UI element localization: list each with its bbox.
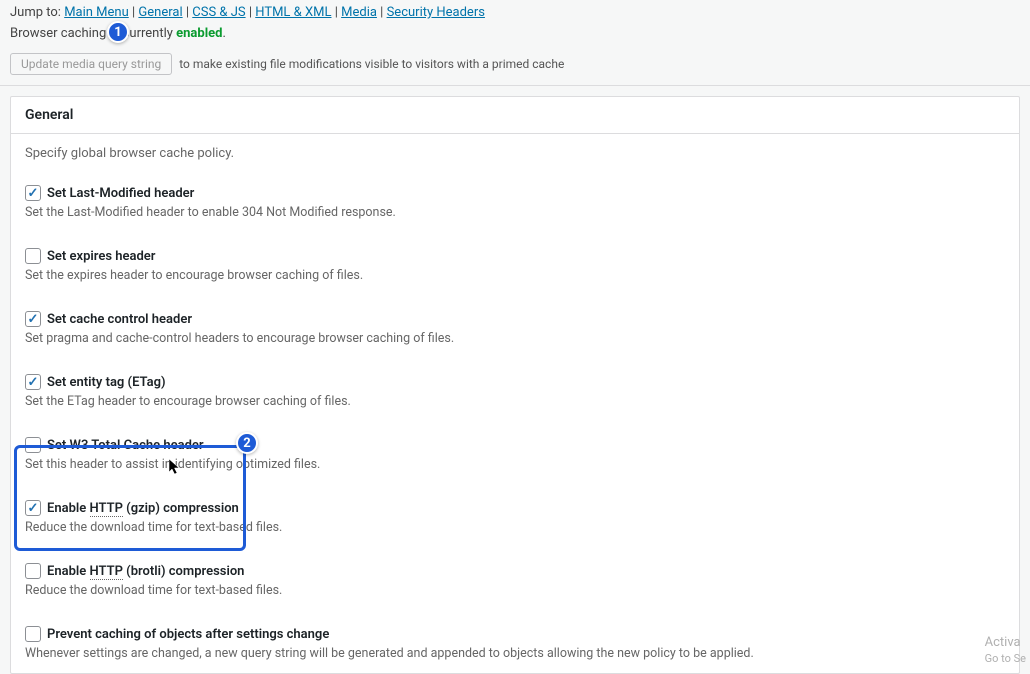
nav-media[interactable]: Media	[341, 5, 377, 20]
opt-gzip: Enable HTTP (gzip) compression Reduce th…	[25, 500, 1005, 535]
nav-css-js[interactable]: CSS & JS	[192, 5, 245, 20]
opt-label: Set Last-Modified header	[47, 186, 194, 201]
opt-label: Set entity tag (ETag)	[47, 375, 166, 390]
action-row: Update media query string to make existi…	[0, 47, 1030, 86]
opt-cache-control: Set cache control header Set pragma and …	[25, 311, 1005, 346]
opt-desc: Reduce the download time for text-based …	[25, 583, 1005, 598]
opt-label: Set cache control header	[47, 312, 192, 327]
opt-desc: Set this header to assist in identifying…	[25, 457, 1005, 472]
nav-security[interactable]: Security Headers	[387, 5, 485, 20]
section-title: General	[11, 97, 1019, 134]
opt-label: Enable HTTP (brotli) compression	[47, 564, 244, 579]
checkbox-prevent-caching[interactable]	[25, 626, 41, 642]
jump-nav: Jump to: Main Menu | General | CSS & JS …	[0, 0, 1030, 22]
status-line: Browser caching is currently enabled.	[0, 22, 1030, 47]
opt-label: Prevent caching of objects after setting…	[47, 627, 329, 642]
opt-brotli: Enable HTTP (brotli) compression Reduce …	[25, 563, 1005, 598]
action-desc: to make existing file modifications visi…	[179, 57, 564, 71]
opt-prevent-caching: Prevent caching of objects after setting…	[25, 626, 1005, 661]
opt-label: Enable HTTP (gzip) compression	[47, 501, 239, 516]
opt-w3tc-header: Set W3 Total Cache header Set this heade…	[25, 437, 1005, 472]
checkbox-etag[interactable]	[25, 374, 41, 390]
status-badge: enabled	[176, 26, 222, 41]
general-section: General Specify global browser cache pol…	[10, 96, 1020, 674]
opt-desc: Set the Last-Modified header to enable 3…	[25, 205, 1005, 220]
checkbox-expires[interactable]	[25, 248, 41, 264]
jump-prefix: Jump to:	[10, 5, 64, 20]
checkbox-w3tc-header[interactable]	[25, 437, 41, 453]
checkbox-gzip[interactable]	[25, 500, 41, 516]
opt-desc: Reduce the download time for text-based …	[25, 520, 1005, 535]
nav-main-menu[interactable]: Main Menu	[64, 5, 129, 20]
opt-label: Set W3 Total Cache header	[47, 438, 204, 453]
opt-label: Set expires header	[47, 249, 155, 264]
opt-last-modified: Set Last-Modified header Set the Last-Mo…	[25, 185, 1005, 220]
update-media-query-button[interactable]: Update media query string	[10, 53, 172, 75]
nav-html-xml[interactable]: HTML & XML	[255, 5, 331, 20]
checkbox-brotli[interactable]	[25, 563, 41, 579]
opt-desc: Set the ETag header to encourage browser…	[25, 394, 1005, 409]
opt-desc: Set pragma and cache-control headers to …	[25, 331, 1005, 346]
opt-desc: Set the expires header to encourage brow…	[25, 268, 1005, 283]
checkbox-cache-control[interactable]	[25, 311, 41, 327]
opt-etag: Set entity tag (ETag) Set the ETag heade…	[25, 374, 1005, 409]
checkbox-last-modified[interactable]	[25, 185, 41, 201]
nav-general[interactable]: General	[138, 5, 182, 20]
opt-desc: Whenever settings are changed, a new que…	[25, 646, 1005, 661]
section-desc: Specify global browser cache policy.	[25, 146, 1005, 161]
opt-expires: Set expires header Set the expires heade…	[25, 248, 1005, 283]
